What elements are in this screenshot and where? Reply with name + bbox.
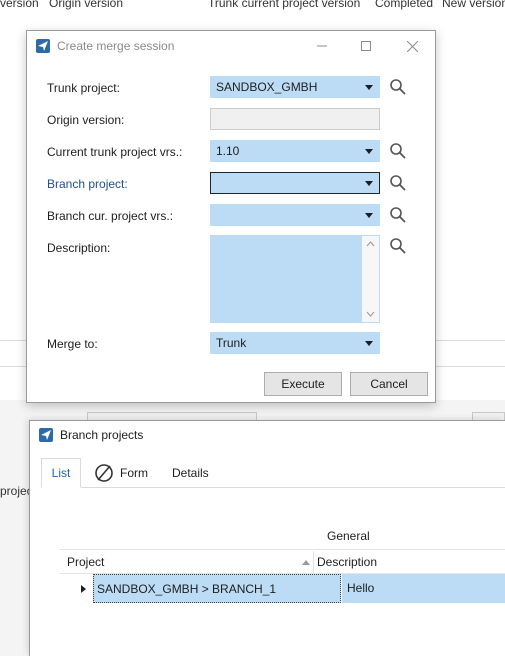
sort-ascending-icon	[302, 560, 310, 565]
dropdown-arrow-icon[interactable]	[365, 341, 373, 346]
scroll-up-icon[interactable]	[366, 240, 375, 249]
cell-project[interactable]: SANDBOX_GMBH > BRANCH_1	[93, 574, 341, 603]
row-indicator-icon	[81, 585, 86, 593]
dropdown-arrow-icon[interactable]	[365, 85, 373, 90]
branch-cur-version-combo[interactable]	[210, 204, 380, 226]
column-header-project[interactable]: Project	[67, 555, 104, 569]
bg-truncated-label: projec	[0, 484, 33, 498]
tab-list[interactable]: List	[41, 458, 81, 488]
description-textarea[interactable]	[210, 235, 380, 323]
column-separator[interactable]	[313, 551, 314, 573]
window-icon	[39, 428, 53, 442]
branch-cur-version-label: Branch cur. project vrs.:	[47, 209, 174, 223]
current-trunk-version-combo[interactable]: 1.10	[210, 140, 380, 162]
tab-form[interactable]: Form	[94, 458, 164, 488]
bg-column-completed[interactable]: Completed	[375, 0, 433, 10]
group-header-general: General	[327, 529, 370, 543]
description-label: Description:	[47, 241, 111, 255]
window-icon	[36, 39, 50, 53]
current-trunk-version-label: Current trunk project vrs.:	[47, 145, 183, 159]
current-trunk-version-value: 1.10	[216, 144, 240, 158]
tab-list-label: List	[51, 466, 71, 480]
search-icon[interactable]	[389, 78, 407, 96]
form-icon	[95, 464, 113, 482]
dialog-title: Create merge session	[57, 39, 175, 53]
bg-column-origin-version[interactable]: Origin version	[49, 0, 123, 10]
dialog-titlebar[interactable]: Create merge session	[27, 31, 435, 61]
origin-version-label: Origin version:	[47, 113, 125, 127]
search-icon[interactable]	[389, 237, 407, 255]
dropdown-arrow-icon[interactable]	[365, 181, 373, 186]
trunk-project-value: SANDBOX_GMBH	[216, 80, 318, 94]
cell-description[interactable]: Hello	[342, 574, 505, 603]
trunk-project-label: Trunk project:	[47, 81, 120, 95]
merge-to-label: Merge to:	[47, 337, 98, 351]
branch-projects-window: Branch projects List Form Details Genera…	[29, 420, 505, 656]
execute-button[interactable]: Execute	[264, 372, 342, 396]
branch-project-combo[interactable]	[210, 172, 380, 194]
tab-form-label: Form	[120, 466, 148, 480]
search-icon[interactable]	[389, 206, 407, 224]
header-divider	[60, 549, 505, 550]
description-scrollbar[interactable]	[362, 236, 379, 322]
merge-to-value: Trunk	[216, 336, 247, 350]
search-icon[interactable]	[389, 174, 407, 192]
search-icon[interactable]	[389, 142, 407, 160]
table-row[interactable]: SANDBOX_GMBH > BRANCH_1 Hello	[60, 574, 505, 603]
branch-window-title: Branch projects	[60, 428, 144, 442]
tab-details[interactable]: Details	[172, 458, 222, 488]
maximize-icon[interactable]	[343, 31, 389, 61]
tab-details-label: Details	[172, 466, 209, 480]
close-icon[interactable]	[389, 31, 435, 61]
create-merge-session-dialog: Create merge session Trunk project: SAND…	[26, 30, 436, 403]
bg-column-new-version[interactable]: New version	[442, 0, 505, 10]
column-header-description[interactable]: Description	[317, 555, 377, 569]
trunk-project-combo[interactable]: SANDBOX_GMBH	[210, 76, 380, 98]
branch-project-label[interactable]: Branch project:	[47, 177, 128, 191]
scroll-down-icon[interactable]	[366, 309, 375, 318]
dropdown-arrow-icon[interactable]	[365, 149, 373, 154]
dropdown-arrow-icon[interactable]	[365, 213, 373, 218]
bg-column-version[interactable]: version	[0, 0, 39, 10]
origin-version-field	[210, 108, 380, 130]
merge-to-combo[interactable]: Trunk	[210, 332, 380, 354]
cancel-button[interactable]: Cancel	[350, 372, 428, 396]
background-grid-header: version Origin version Trunk current pro…	[0, 0, 505, 14]
bg-column-trunk-current-version[interactable]: Trunk current project version	[208, 0, 360, 10]
minimize-icon[interactable]	[299, 31, 345, 61]
